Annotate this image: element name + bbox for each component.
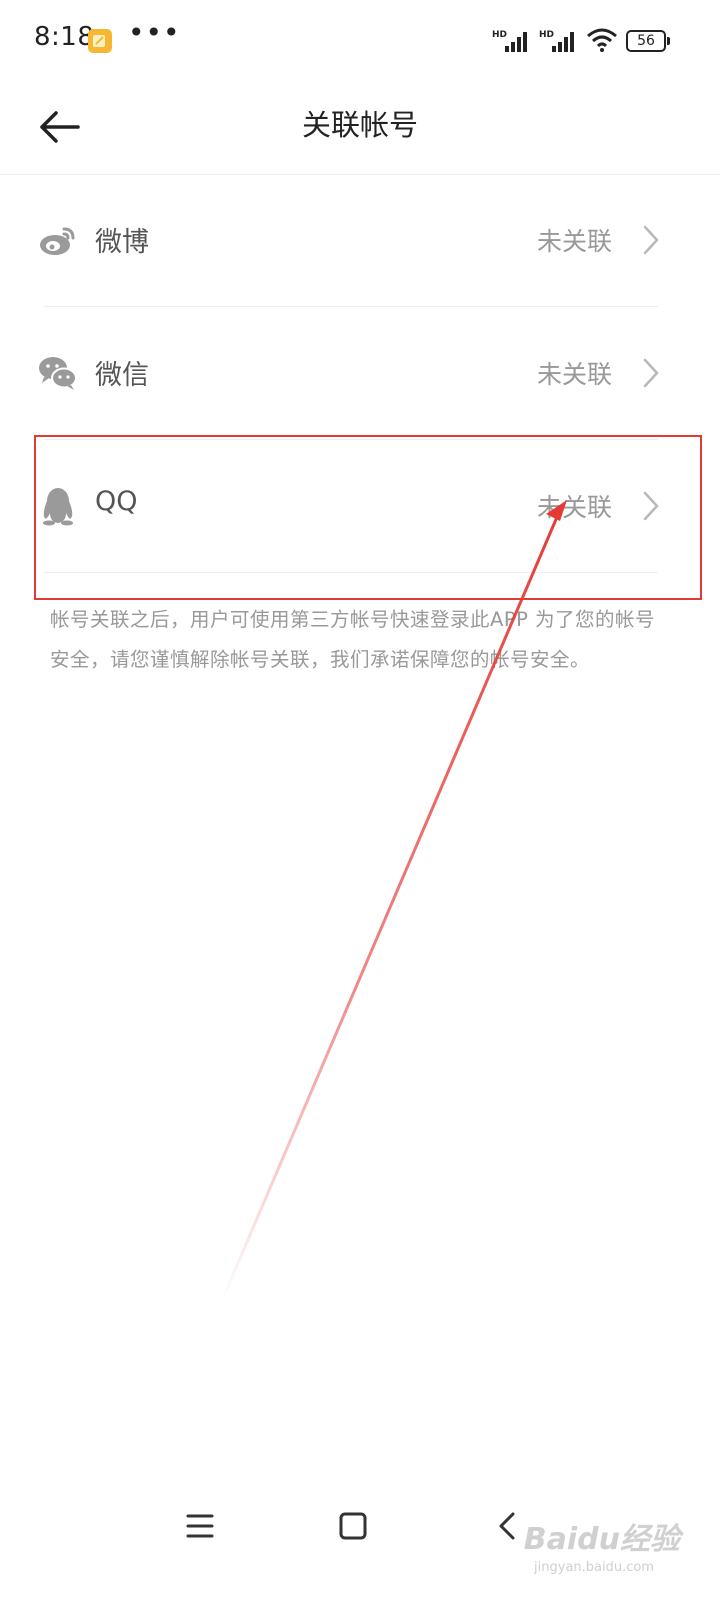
annotation-arrow [218, 500, 567, 1306]
back-chevron-icon [499, 1512, 515, 1540]
menu-icon [186, 1514, 214, 1538]
home-button[interactable] [333, 1506, 373, 1546]
home-square-icon [339, 1512, 367, 1540]
watermark-logo: Baidu经验 [523, 1522, 680, 1557]
watermark-url: jingyan.baidu.com [534, 1560, 654, 1575]
nav-back-button[interactable] [488, 1506, 528, 1546]
menu-button[interactable] [180, 1506, 220, 1546]
